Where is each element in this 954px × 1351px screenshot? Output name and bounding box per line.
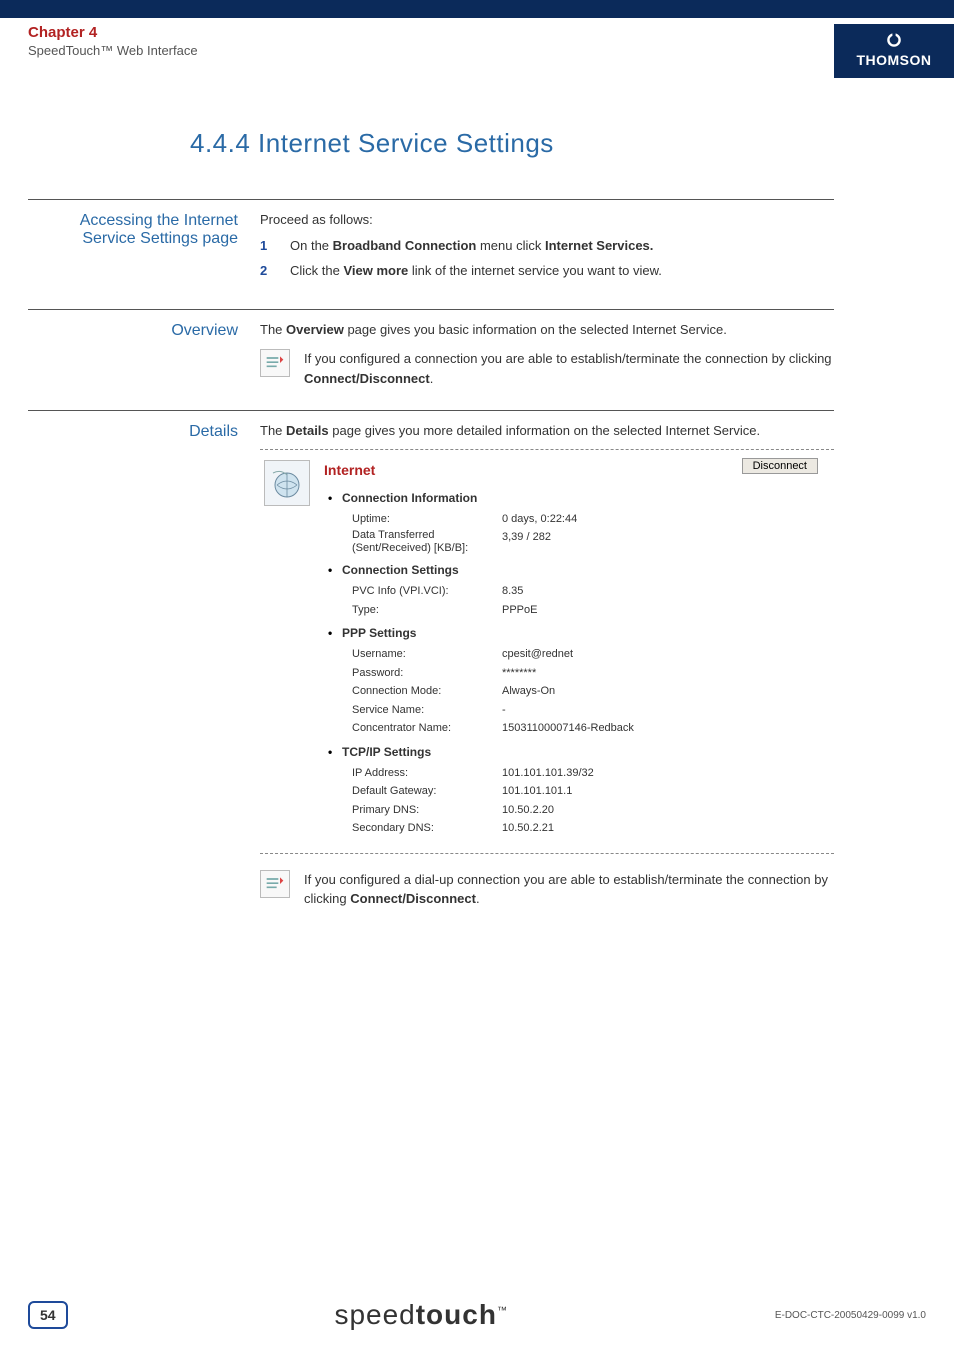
- step-2: 2 Click the View more link of the intern…: [260, 261, 834, 281]
- group-title-tcpip: TCP/IP Settings: [342, 743, 830, 761]
- row-gateway: Default Gateway:101.101.101.1: [342, 783, 830, 800]
- doc-id: E-DOC-CTC-20050429-0099 v1.0: [775, 1310, 926, 1321]
- row-pvc: PVC Info (VPI.VCI):8.35: [342, 583, 830, 600]
- chapter-title: Chapter 4: [28, 24, 198, 41]
- accessing-intro: Proceed as follows:: [260, 210, 834, 230]
- trademark-icon: ™: [497, 1306, 508, 1317]
- content-details: The Details page gives you more detailed…: [260, 421, 834, 909]
- page-footer: 54 speedtouch™ E-DOC-CTC-20050429-0099 v…: [0, 1299, 954, 1331]
- step1-text: On the Broadband Connection menu click I…: [290, 236, 653, 256]
- overview-note: If you configured a connection you are a…: [260, 349, 834, 388]
- thomson-ring-icon: [854, 32, 934, 52]
- step2-num: 2: [260, 261, 290, 281]
- row-ip: IP Address:101.101.101.39/32: [342, 765, 830, 782]
- row-password: Password:********: [342, 665, 830, 682]
- row-dns2: Secondary DNS:10.50.2.21: [342, 820, 830, 837]
- row-username: Username:cpesit@rednet: [342, 646, 830, 663]
- chapter-subtitle: SpeedTouch™ Web Interface: [28, 43, 198, 58]
- page-number: 54: [28, 1301, 68, 1329]
- step2-text: Click the View more link of the internet…: [290, 261, 662, 281]
- globe-icon: [264, 460, 310, 506]
- row-type: Type:PPPoE: [342, 602, 830, 619]
- chapter-block: Chapter 4 SpeedTouch™ Web Interface: [28, 24, 198, 58]
- note-icon: [260, 349, 290, 377]
- row-service-name: Service Name:-: [342, 702, 830, 719]
- group-title-conninfo: Connection Information: [342, 489, 830, 507]
- section-accessing: Accessing the Internet Service Settings …: [28, 199, 834, 287]
- row-data-transferred: Data Transferred (Sent/Received) [KB/B]:…: [342, 529, 830, 555]
- section-details: Details The Details page gives you more …: [28, 410, 834, 909]
- step1-num: 1: [260, 236, 290, 256]
- row-dns1: Primary DNS:10.50.2.20: [342, 802, 830, 819]
- details-note: If you configured a dial-up connection y…: [260, 870, 834, 909]
- details-text: The Details page gives you more detailed…: [260, 421, 834, 441]
- group-title-connsettings: Connection Settings: [342, 561, 830, 579]
- side-label-accessing: Accessing the Internet Service Settings …: [28, 210, 260, 287]
- speedtouch-logo: speedtouch™: [334, 1299, 508, 1331]
- group-connection-settings: Connection Settings PVC Info (VPI.VCI):8…: [324, 561, 830, 618]
- top-bar: [0, 0, 954, 18]
- row-uptime: Uptime:0 days, 0:22:44: [342, 511, 830, 528]
- content-overview: The Overview page gives you basic inform…: [260, 320, 834, 389]
- group-tcpip-settings: TCP/IP Settings IP Address:101.101.101.3…: [324, 743, 830, 837]
- thomson-badge: THOMSON: [834, 24, 954, 78]
- panel-body: Internet Disconnect Connection Informati…: [324, 460, 830, 843]
- side-label-details: Details: [28, 421, 260, 909]
- row-concentrator: Concentrator Name:15031100007146-Redback: [342, 720, 830, 737]
- section-overview: Overview The Overview page gives you bas…: [28, 309, 834, 389]
- group-ppp-settings: PPP Settings Username:cpesit@rednet Pass…: [324, 624, 830, 737]
- group-title-ppp: PPP Settings: [342, 624, 830, 642]
- step-1: 1 On the Broadband Connection menu click…: [260, 236, 834, 256]
- page-header: Chapter 4 SpeedTouch™ Web Interface THOM…: [0, 18, 954, 78]
- side-label-overview: Overview: [28, 320, 260, 389]
- thomson-brand: THOMSON: [854, 52, 934, 68]
- overview-note-text: If you configured a connection you are a…: [304, 349, 834, 388]
- details-note-text: If you configured a dial-up connection y…: [304, 870, 834, 909]
- overview-text: The Overview page gives you basic inform…: [260, 320, 834, 340]
- content-accessing: Proceed as follows: 1 On the Broadband C…: [260, 210, 834, 287]
- row-conn-mode: Connection Mode:Always-On: [342, 683, 830, 700]
- group-connection-information: Connection Information Uptime:0 days, 0:…: [324, 489, 830, 556]
- page-title: 4.4.4 Internet Service Settings: [190, 128, 954, 159]
- note-icon: [260, 870, 290, 898]
- disconnect-button[interactable]: Disconnect: [742, 458, 818, 474]
- details-panel: Internet Disconnect Connection Informati…: [260, 449, 834, 854]
